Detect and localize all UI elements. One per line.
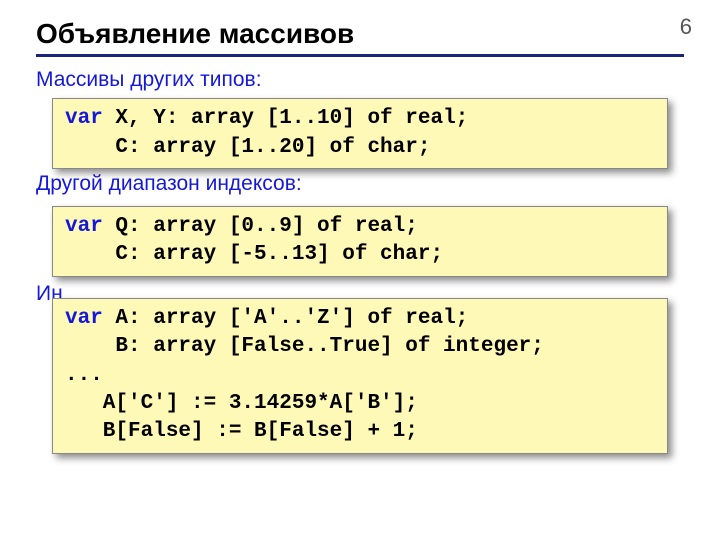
keyword-var: var bbox=[65, 307, 103, 330]
slide: 6 Объявление массивов Массивы других тип… bbox=[0, 0, 720, 540]
slide-title: Объявление массивов bbox=[36, 18, 684, 50]
code-body-2: Q: array [0..9] of real; C: array [-5..1… bbox=[65, 215, 443, 266]
page-number: 6 bbox=[680, 14, 692, 40]
code-body-1: X, Y: array [1..10] of real; C: array [1… bbox=[65, 107, 468, 158]
code-block-3: var A: array ['A'..'Z'] of real; B: arra… bbox=[52, 298, 668, 454]
keyword-var: var bbox=[65, 107, 103, 130]
code-block-2: var Q: array [0..9] of real; C: array [-… bbox=[52, 206, 668, 277]
code-body-3: A: array ['A'..'Z'] of real; B: array [F… bbox=[65, 307, 544, 443]
section-heading-2: Другой диапазон индексов: bbox=[36, 171, 684, 196]
keyword-var: var bbox=[65, 215, 103, 238]
code-block-1: var X, Y: array [1..10] of real; C: arra… bbox=[52, 98, 668, 169]
section-heading-1: Массивы других типов: bbox=[36, 67, 684, 92]
title-underline bbox=[36, 54, 684, 57]
